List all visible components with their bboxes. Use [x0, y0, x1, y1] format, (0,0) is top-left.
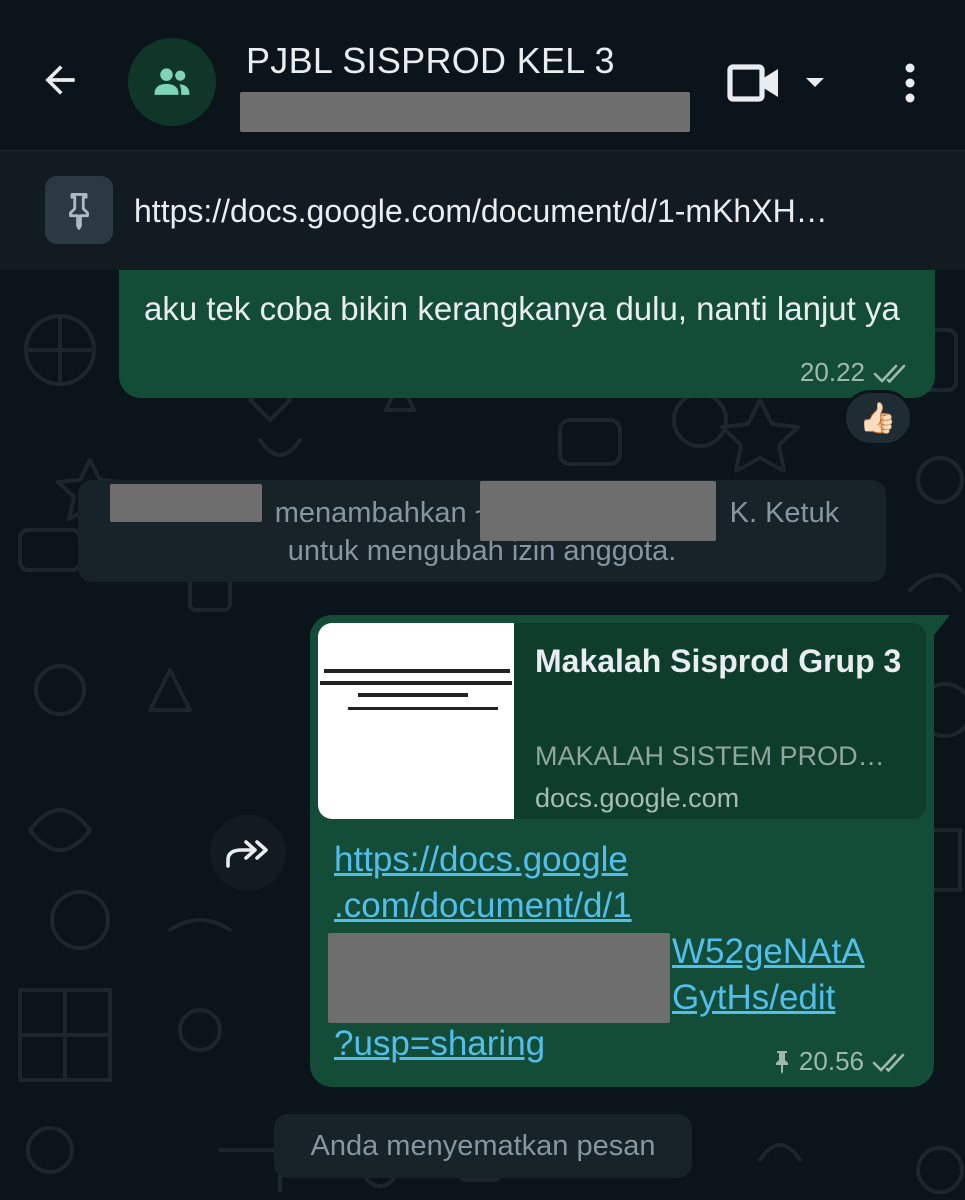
preview-title: Makalah Sisprod Grup 3: [535, 643, 902, 679]
back-button[interactable]: [30, 50, 90, 110]
redacted-link-part: [328, 933, 670, 1023]
double-check-icon: [872, 1053, 905, 1072]
more-options-button[interactable]: [890, 56, 930, 110]
message-meta: 20.22: [800, 357, 913, 388]
video-camera-icon: [727, 64, 778, 102]
preview-description: MAKALAH SISTEM PROD…: [535, 741, 885, 771]
redacted-participants: [240, 92, 690, 132]
link-preview-card[interactable]: Makalah Sisprod Grup 3 MAKALAH SISTEM PR…: [318, 623, 926, 819]
chat-header: PJBL SISPROD KEL 3: [0, 0, 965, 150]
group-name[interactable]: PJBL SISPROD KEL 3: [246, 40, 615, 82]
pinned-message-bar[interactable]: https://docs.google.com/document/d/1-mKh…: [0, 150, 965, 270]
forward-button[interactable]: [210, 815, 286, 891]
document-thumbnail: [318, 623, 514, 819]
double-check-icon: [873, 364, 906, 383]
message-time: 20.56: [798, 1046, 864, 1076]
message-bubble-outgoing-link[interactable]: Makalah Sisprod Grup 3 MAKALAH SISTEM PR…: [310, 615, 950, 1087]
system-text-added: menambahkan ~: [274, 497, 492, 529]
group-icon: [154, 68, 190, 95]
redacted-name-2: [480, 481, 716, 541]
preview-domain: docs.google.com: [535, 783, 740, 813]
video-call-button[interactable]: [726, 58, 786, 108]
chat-area[interactable]: aku tek coba bikin kerangkanya dulu, nan…: [0, 270, 965, 1200]
message-time: 20.22: [799, 357, 865, 387]
more-vertical-icon: [905, 63, 915, 103]
redacted-name-1: [110, 484, 262, 522]
pin-notice[interactable]: Anda menyematkan pesan: [274, 1114, 692, 1178]
link-line[interactable]: https://docs.google: [334, 837, 894, 883]
group-avatar[interactable]: [128, 38, 216, 126]
call-options-button[interactable]: [800, 68, 830, 98]
pin-icon: [69, 193, 89, 230]
pinned-small-icon: [775, 1050, 788, 1074]
message-bubble-outgoing[interactable]: aku tek coba bikin kerangkanya dulu, nan…: [119, 270, 935, 398]
arrow-left-icon: [45, 65, 75, 95]
forward-icon: [226, 840, 268, 868]
message-meta: 20.56: [773, 1046, 912, 1077]
pinned-message-text: https://docs.google.com/document/d/1-mKh…: [134, 193, 828, 229]
system-text-tap: K. Ketuk: [729, 497, 840, 529]
link-line[interactable]: .com/document/d/1: [334, 883, 894, 929]
message-text: aku tek coba bikin kerangkanya dulu, nan…: [144, 290, 900, 327]
caret-down-icon: [806, 78, 824, 87]
pin-box: [45, 176, 113, 244]
reaction-badge[interactable]: 👍🏻: [843, 390, 913, 446]
bubble-tail: [934, 615, 950, 635]
